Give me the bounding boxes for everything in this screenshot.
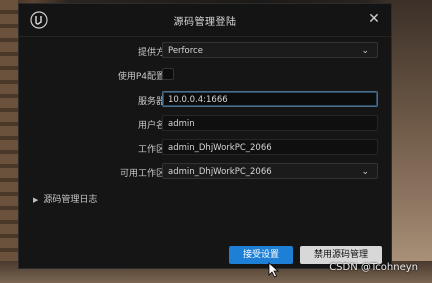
workspace-label: 工作区: [137, 145, 165, 155]
dialog-titlebar: 源码管理登陆 ✕: [19, 4, 391, 37]
provider-value: Perforce: [168, 46, 203, 56]
workspace-value: admin_DhjWorkPC_2066: [168, 143, 272, 153]
chevron-down-icon: ⌄: [361, 46, 369, 56]
chevron-down-icon: ⌄: [361, 167, 369, 177]
workspace-input[interactable]: admin_DhjWorkPC_2066: [162, 139, 378, 155]
source-control-log-label: 源码管理日志: [43, 195, 98, 205]
server-value: 10.0.0.4:1666: [168, 95, 228, 105]
provider-label: 提供方: [137, 48, 165, 58]
username-input[interactable]: admin: [162, 115, 378, 131]
expand-arrow-icon: ▶: [33, 196, 39, 204]
csdn-watermark: CSDN @Tcohneyn: [329, 262, 418, 273]
source-control-login-dialog: 源码管理登陆 ✕ 提供方 Perforce ⌄ 使用P4配置 服务器 10.0.…: [18, 3, 392, 269]
username-value: admin: [168, 119, 195, 129]
server-label: 服务器: [137, 97, 165, 107]
provider-dropdown[interactable]: Perforce ⌄: [162, 42, 378, 58]
mouse-cursor-icon: [268, 262, 280, 278]
accept-settings-button[interactable]: 接受设置: [229, 246, 293, 264]
username-label: 用户名: [137, 121, 165, 131]
background-left-scenery: [0, 0, 18, 283]
available-workspace-label: 可用工作区: [119, 169, 165, 179]
use-p4-config-label: 使用P4配置: [117, 72, 165, 82]
close-icon[interactable]: ✕: [366, 11, 382, 27]
available-workspace-dropdown[interactable]: admin_DhjWorkPC_2066 ⌄: [162, 163, 378, 179]
server-input[interactable]: 10.0.0.4:1666: [162, 91, 378, 107]
background-right-scenery: [392, 0, 432, 283]
source-control-log-toggle[interactable]: ▶ 源码管理日志: [33, 192, 97, 205]
dialog-title: 源码管理登陆: [173, 17, 237, 28]
available-workspace-value: admin_DhjWorkPC_2066: [168, 167, 272, 177]
use-p4-config-checkbox[interactable]: [162, 68, 174, 80]
